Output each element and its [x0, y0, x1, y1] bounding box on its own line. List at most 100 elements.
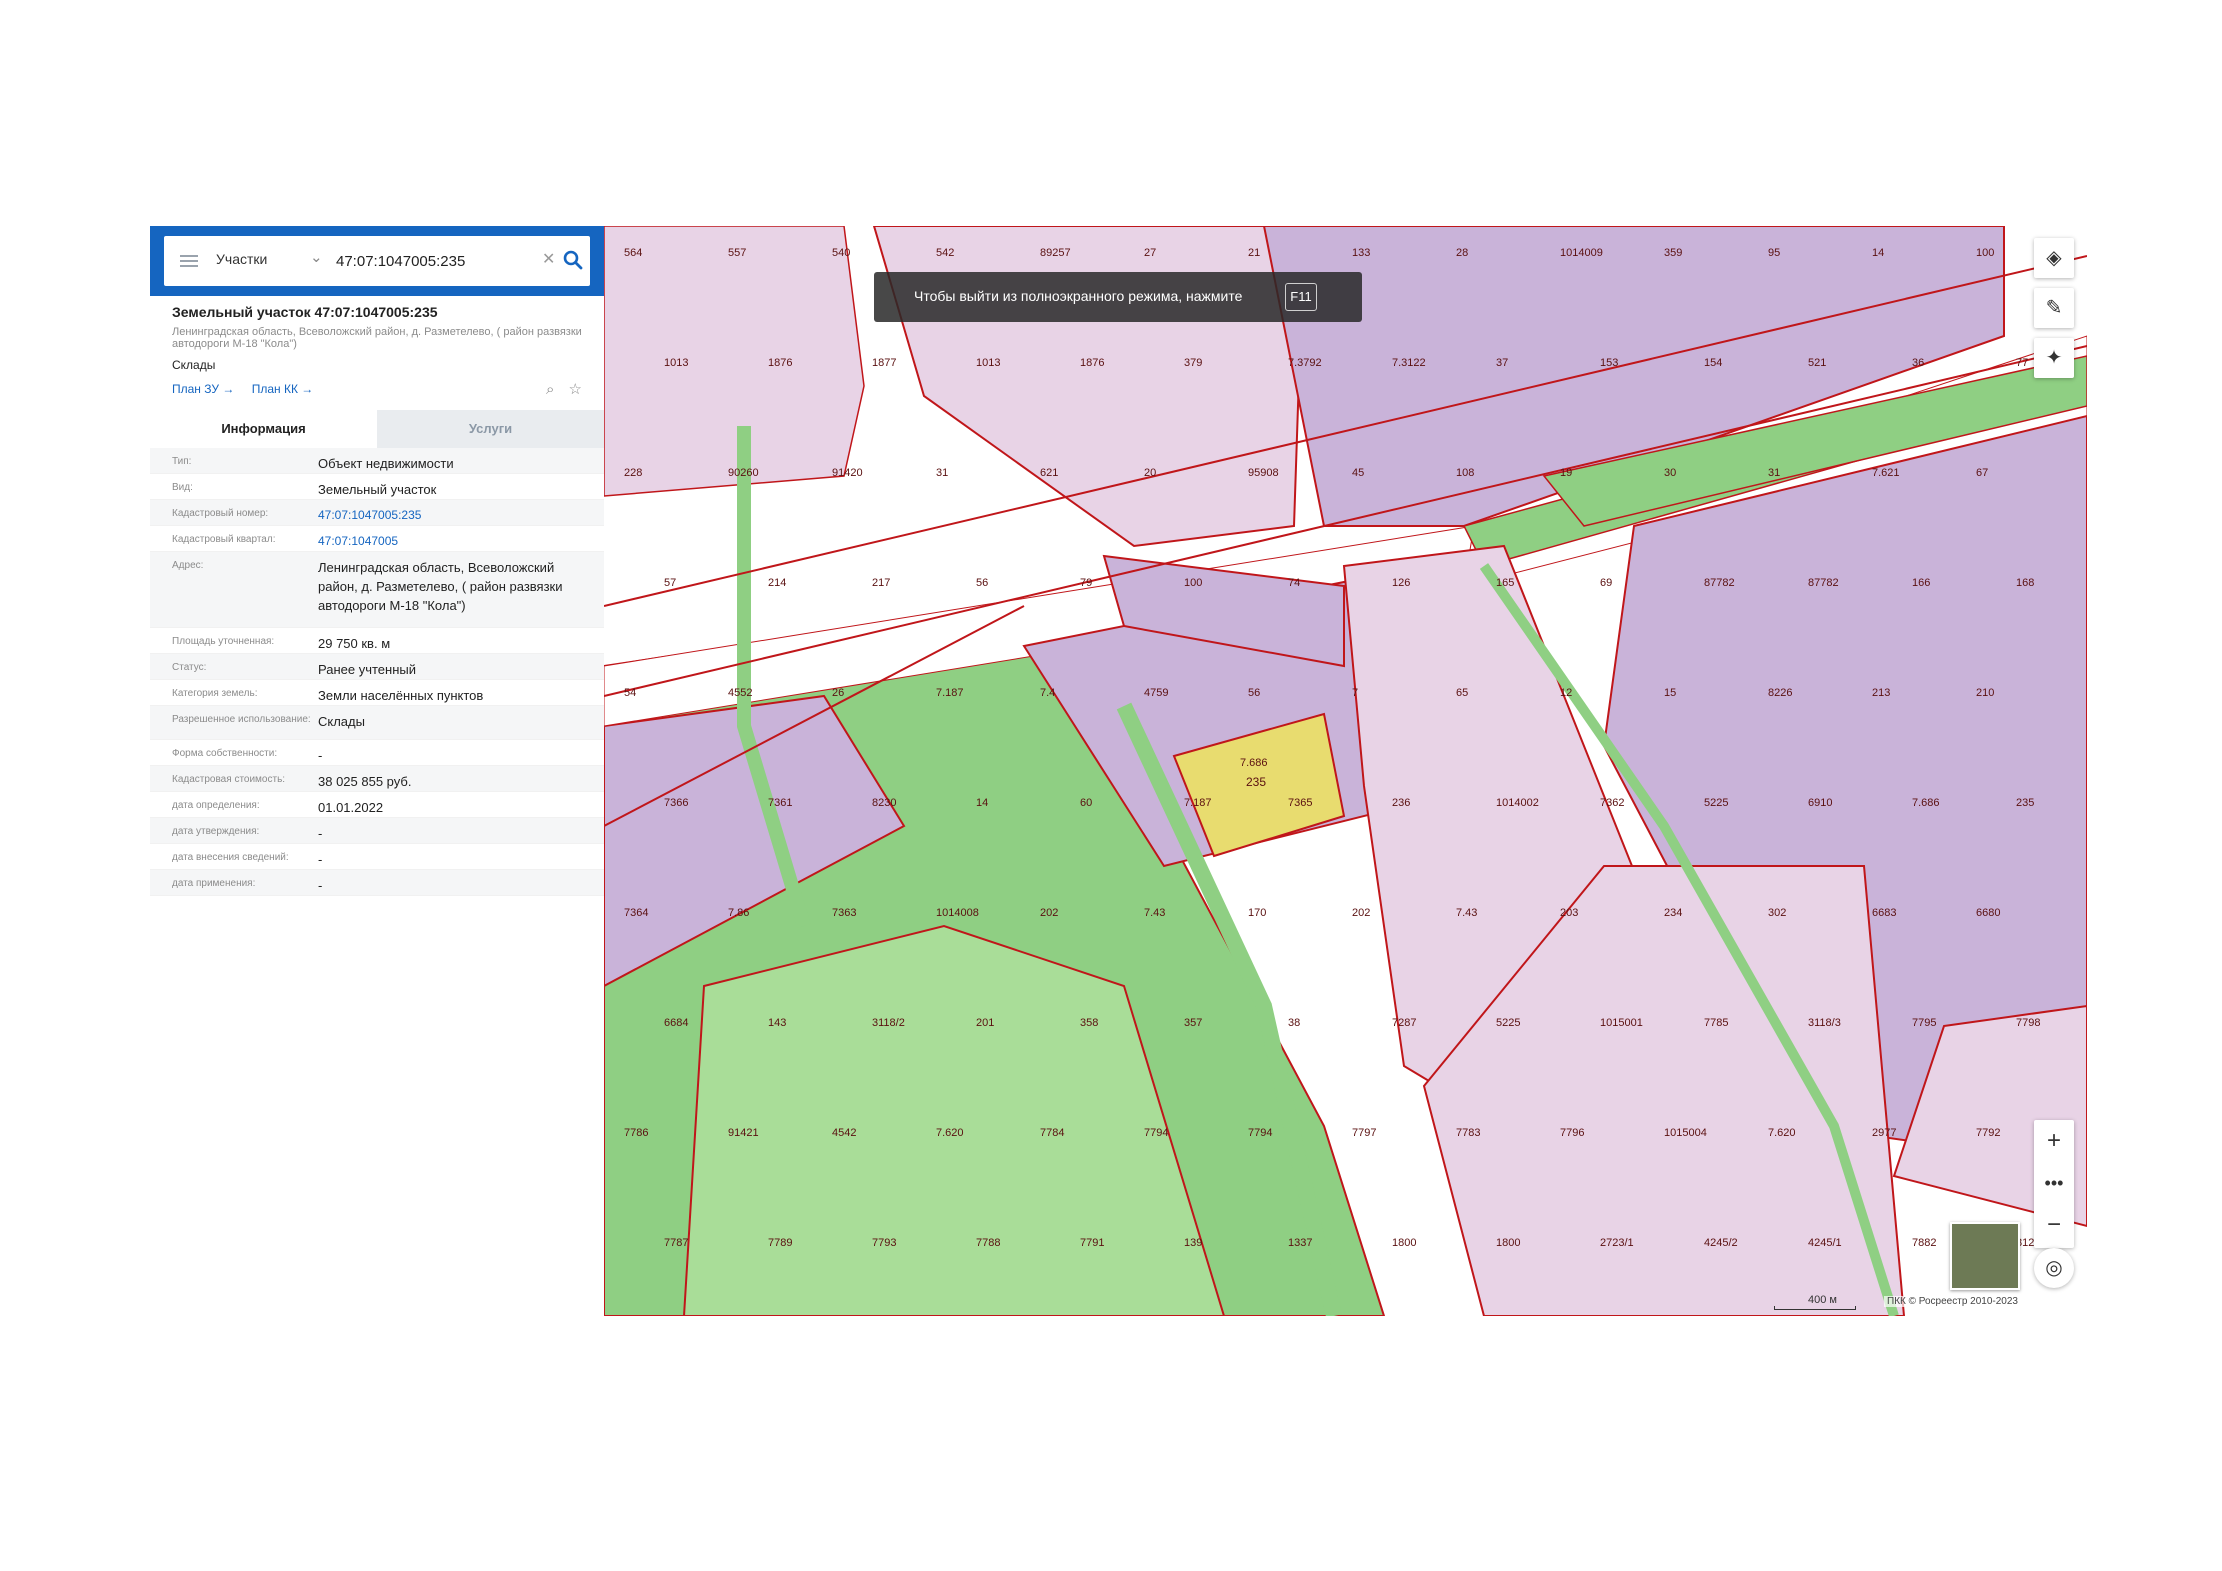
parcel-label: 69 — [1600, 577, 1612, 589]
row-label: Форма собственности: — [172, 748, 278, 759]
fullscreen-hint: Чтобы выйти из полноэкранного режима, на… — [874, 272, 1362, 322]
row-label: дата утверждения: — [172, 826, 260, 837]
parcel-label: 203 — [1560, 907, 1578, 919]
more-icon[interactable]: ••• — [2034, 1162, 2074, 1204]
parcel-label: 12 — [1560, 687, 1572, 699]
parcel-label: 89257 — [1040, 247, 1071, 259]
parcel-label: 4245/2 — [1704, 1237, 1738, 1249]
map-view[interactable]: 564 557 540 542 89257 27 21 133 28 1014009 359 95 14… — [604, 226, 2087, 1316]
plan-kk-link[interactable]: План КК → — [252, 382, 314, 396]
row-value: - — [318, 748, 323, 763]
tab-info[interactable]: Информация — [150, 410, 377, 448]
parcel-label: 5225 — [1704, 797, 1728, 809]
compass-icon[interactable]: ◎ — [2034, 1248, 2074, 1288]
parcel-label: 217 — [872, 577, 890, 589]
parcel-label: 4245/1 — [1808, 1237, 1842, 1249]
parcel-label: 100 — [1184, 577, 1202, 589]
parcel-label: 201 — [976, 1017, 994, 1029]
row-value: Земли населённых пунктов — [318, 688, 484, 703]
row-label: дата определения: — [172, 800, 260, 811]
row-label: дата применения: — [172, 878, 256, 889]
table-row: Кадастровый квартал: 47:07:1047005 — [150, 526, 604, 552]
table-row: Категория земель: Земли населённых пункто… — [150, 680, 604, 706]
object-use: Склады — [172, 358, 216, 372]
parcel-label: 168 — [2016, 577, 2034, 589]
table-row: Статус: Ранее учтенный — [150, 654, 604, 680]
parcel-label: 108 — [1456, 467, 1474, 479]
scale-label: 400 м — [1808, 1294, 1837, 1306]
zoom-control: + ••• − — [2034, 1120, 2074, 1248]
search-type-select[interactable]: Участки — [216, 251, 267, 267]
parcel-label: 7.3122 — [1392, 357, 1426, 369]
star-icon[interactable]: ☆ — [569, 381, 582, 398]
parcel-label: 7.620 — [936, 1127, 964, 1139]
parcel-label: 7795 — [1912, 1017, 1936, 1029]
table-row: Вид: Земельный участок — [150, 474, 604, 500]
parcel-label: 1876 — [768, 357, 792, 369]
layers-icon[interactable]: ◈ — [2034, 238, 2074, 278]
row-value: 38 025 855 руб. — [318, 774, 412, 789]
parcel-label: 1337 — [1288, 1237, 1312, 1249]
parcel-label: 14 — [976, 797, 988, 809]
selected-parcel-area: 7.686 — [1240, 757, 1268, 769]
parcel-label: 6683 — [1872, 907, 1896, 919]
parcel-label: 6680 — [1976, 907, 2000, 919]
locate-icon[interactable]: ✦ — [2034, 338, 2074, 378]
parcel-label: 166 — [1912, 577, 1930, 589]
parcel-label: 210 — [1976, 687, 1994, 699]
parcel-label: 1014002 — [1496, 797, 1539, 809]
parcel-label: 379 — [1184, 357, 1202, 369]
parcel-label: 213 — [1872, 687, 1890, 699]
row-label: Категория земель: — [172, 688, 258, 699]
parcel-label: 1877 — [872, 357, 896, 369]
tab-services[interactable]: Услуги — [377, 410, 604, 448]
chevron-down-icon[interactable]: ⌄ — [310, 248, 323, 266]
zoom-in-button[interactable]: + — [2034, 1120, 2074, 1162]
parcel-label: 7.43 — [1456, 907, 1477, 919]
row-value: Ранее учтенный — [318, 662, 416, 677]
row-label: Кадастровый номер: — [172, 508, 269, 519]
parcel-label: 1014009 — [1560, 247, 1603, 259]
parcel-label: 236 — [1392, 797, 1410, 809]
row-value: - — [318, 878, 323, 893]
row-value: Объект недвижимости — [318, 456, 454, 471]
parcel-label: 7.620 — [1768, 1127, 1796, 1139]
close-icon[interactable]: ✕ — [542, 249, 555, 269]
parcel-label: 1800 — [1392, 1237, 1416, 1249]
table-row: Форма собственности: - — [150, 740, 604, 766]
parcel-label: 7791 — [1080, 1237, 1104, 1249]
row-value: - — [318, 852, 323, 867]
parcel-label: 100 — [1976, 247, 1994, 259]
parcel-label: 90260 — [728, 467, 759, 479]
row-value: Земельный участок — [318, 482, 437, 497]
table-row: дата применения: - — [150, 870, 604, 896]
search-input[interactable] — [336, 249, 548, 273]
parcel-zone[interactable] — [604, 226, 865, 497]
row-value: 01.01.2022 — [318, 800, 384, 815]
parcel-label: 7786 — [624, 1127, 648, 1139]
ruler-icon[interactable]: ✎ — [2034, 288, 2074, 328]
app-frame: Участки ⌄ ✕ ‹ Земельный участок 47:07:10… — [150, 226, 2087, 1316]
search-icon[interactable] — [562, 249, 584, 271]
parcel-label: 235 — [2016, 797, 2034, 809]
parcel-label: 7798 — [2016, 1017, 2040, 1029]
parcel-label: 7882 — [1912, 1237, 1936, 1249]
table-row: Площадь уточненная: 29 750 кв. м — [150, 628, 604, 654]
parcel-label: 1013 — [664, 357, 688, 369]
zoom-out-button[interactable]: − — [2034, 1204, 2074, 1246]
parcel-label: 521 — [1808, 357, 1826, 369]
parcel-label: 21 — [1248, 247, 1260, 259]
parcel-label: 165 — [1496, 577, 1514, 589]
plan-zu-link[interactable]: План ЗУ → — [172, 382, 234, 396]
row-value[interactable]: 47:07:1047005 — [318, 532, 590, 551]
parcel-label: 5225 — [1496, 1017, 1520, 1029]
menu-icon[interactable] — [180, 252, 198, 270]
zoom-to-object-icon[interactable]: ⌕ — [546, 381, 554, 398]
parcel-label: 1015001 — [1600, 1017, 1643, 1029]
plan-links: План ЗУ → План КК → — [172, 382, 327, 396]
basemap-switcher[interactable] — [1950, 1222, 2020, 1290]
parcel-label: 7797 — [1352, 1127, 1376, 1139]
cadastral-map[interactable]: 564 557 540 542 89257 27 21 133 28 1014009 359 95 14… — [604, 226, 2087, 1316]
parcel-label: 540 — [832, 247, 850, 259]
row-value[interactable]: 47:07:1047005:235 — [318, 506, 590, 525]
